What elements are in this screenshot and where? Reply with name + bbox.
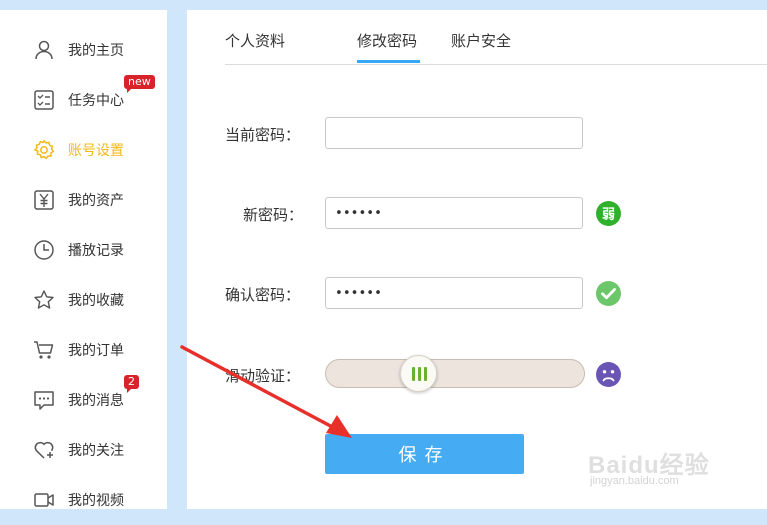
strength-text: 弱 — [602, 207, 615, 223]
sidebar-item-following[interactable]: 我的关注 — [0, 425, 167, 475]
sidebar-item-messages[interactable]: 我的消息 2 — [0, 375, 167, 425]
sidebar-item-label: 任务中心 — [68, 93, 124, 109]
message-icon — [33, 389, 55, 411]
sidebar: 我的主页 任务中心 new 账号设置 我的资产 播放记录 我的收藏 我的订单 我… — [0, 10, 167, 509]
heart-plus-icon — [33, 439, 55, 461]
new-password-input[interactable] — [325, 197, 583, 229]
sidebar-item-favorites[interactable]: 我的收藏 — [0, 275, 167, 325]
task-list-icon — [33, 89, 55, 111]
sidebar-item-label: 播放记录 — [68, 243, 124, 259]
cart-icon — [33, 339, 55, 361]
tab-profile[interactable]: 个人资料 — [225, 30, 285, 51]
yen-icon — [33, 189, 55, 211]
sidebar-item-label: 账号设置 — [68, 143, 124, 159]
confirm-password-label: 确认密码： — [225, 286, 301, 304]
sidebar-item-history[interactable]: 播放记录 — [0, 225, 167, 275]
star-icon — [33, 289, 55, 311]
sidebar-item-label: 我的关注 — [68, 443, 124, 459]
confirm-password-input[interactable] — [325, 277, 583, 309]
sad-face-icon — [596, 362, 621, 387]
active-tab-indicator — [357, 60, 420, 63]
gear-icon — [33, 139, 55, 161]
sidebar-item-label: 我的视频 — [68, 493, 124, 509]
watermark-subtext: jingyan.baidu.com — [590, 475, 679, 487]
sidebar-item-label: 我的收藏 — [68, 293, 124, 309]
sidebar-item-videos[interactable]: 我的视频 — [0, 475, 167, 525]
sidebar-item-home[interactable]: 我的主页 — [0, 25, 167, 75]
tab-account-security[interactable]: 账户安全 — [451, 30, 511, 51]
tab-change-password[interactable]: 修改密码 — [357, 30, 417, 51]
sidebar-item-assets[interactable]: 我的资产 — [0, 175, 167, 225]
sidebar-item-label: 我的订单 — [68, 343, 124, 359]
message-count-badge: 2 — [124, 375, 139, 393]
slide-verify-handle[interactable] — [400, 355, 437, 392]
user-icon — [33, 39, 55, 61]
video-icon — [33, 489, 55, 511]
current-password-input[interactable] — [325, 117, 583, 149]
sidebar-item-orders[interactable]: 我的订单 — [0, 325, 167, 375]
baidu-watermark: Baidu经验 jingyan.baidu.com — [588, 425, 758, 495]
check-icon — [596, 281, 621, 306]
new-password-label: 新密码： — [242, 206, 303, 224]
sidebar-item-label: 我的消息 — [68, 393, 124, 409]
tab-bar: 个人资料 修改密码 账户安全 — [225, 10, 767, 65]
clock-icon — [33, 239, 55, 261]
slide-verify-label: 滑动验证： — [225, 367, 301, 385]
save-button[interactable]: 保存 — [325, 434, 524, 474]
weak-strength-icon: 弱 — [596, 201, 621, 226]
sidebar-item-account-settings[interactable]: 账号设置 — [0, 125, 167, 175]
sidebar-item-label: 我的资产 — [68, 193, 124, 209]
slide-verify-track — [325, 359, 585, 388]
sidebar-item-label: 我的主页 — [68, 43, 124, 59]
current-password-label: 当前密码： — [225, 126, 301, 144]
new-badge: new — [124, 75, 155, 93]
sidebar-item-tasks[interactable]: 任务中心 new — [0, 75, 167, 125]
